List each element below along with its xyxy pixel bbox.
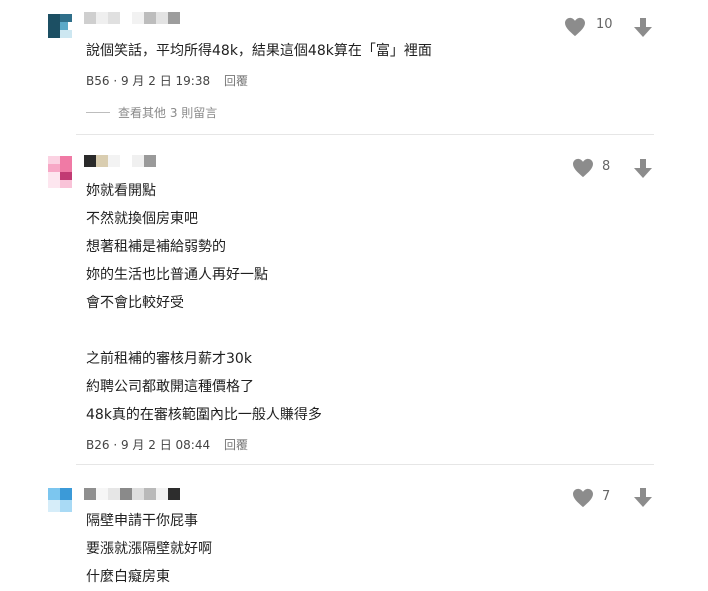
floor-label: B26 bbox=[86, 438, 110, 452]
reply-button[interactable]: 回覆 bbox=[224, 438, 248, 452]
username-obscured bbox=[84, 155, 156, 167]
thumbs-down-arrow-icon[interactable] bbox=[632, 16, 654, 38]
view-more-replies[interactable]: 查看其他 3 則留言 bbox=[86, 104, 217, 121]
reply-button[interactable]: 回覆 bbox=[224, 74, 248, 88]
avatar[interactable] bbox=[48, 14, 72, 38]
thumbs-down-arrow-icon[interactable] bbox=[632, 157, 654, 179]
comment-text: 隔壁申請干你屁事 要漲就漲隔壁就好啊 什麼白癡房東 bbox=[86, 513, 212, 585]
username-obscured bbox=[84, 12, 180, 24]
like-count: 8 bbox=[602, 159, 611, 174]
floor-label: B56 bbox=[86, 74, 110, 88]
view-more-label: 查看其他 3 則留言 bbox=[118, 106, 218, 120]
heart-icon[interactable] bbox=[572, 488, 594, 508]
heart-icon[interactable] bbox=[572, 158, 594, 178]
username-obscured bbox=[84, 488, 180, 500]
avatar[interactable] bbox=[48, 488, 72, 512]
timestamp: 9 月 2 日 08:44 bbox=[120, 438, 211, 452]
thumbs-down-arrow-icon[interactable] bbox=[632, 486, 654, 508]
avatar[interactable] bbox=[48, 156, 72, 188]
divider bbox=[76, 464, 654, 465]
comment-text: 妳就看開點 不然就換個房東吧 想著租補是補給弱勢的 妳的生活也比普通人再好一點 … bbox=[86, 183, 322, 423]
comment-meta: B56 · 9 月 2 日 19:38 回覆 bbox=[86, 74, 248, 88]
comment-text: 說個笑話，平均所得48k，結果這個48k算在「富」裡面 bbox=[86, 43, 432, 59]
divider bbox=[76, 134, 654, 135]
like-count: 10 bbox=[596, 17, 613, 32]
like-count: 7 bbox=[602, 489, 611, 504]
heart-icon[interactable] bbox=[564, 17, 586, 37]
comment-meta: B26 · 9 月 2 日 08:44 回覆 bbox=[86, 438, 248, 452]
timestamp: 9 月 2 日 19:38 bbox=[120, 74, 211, 88]
